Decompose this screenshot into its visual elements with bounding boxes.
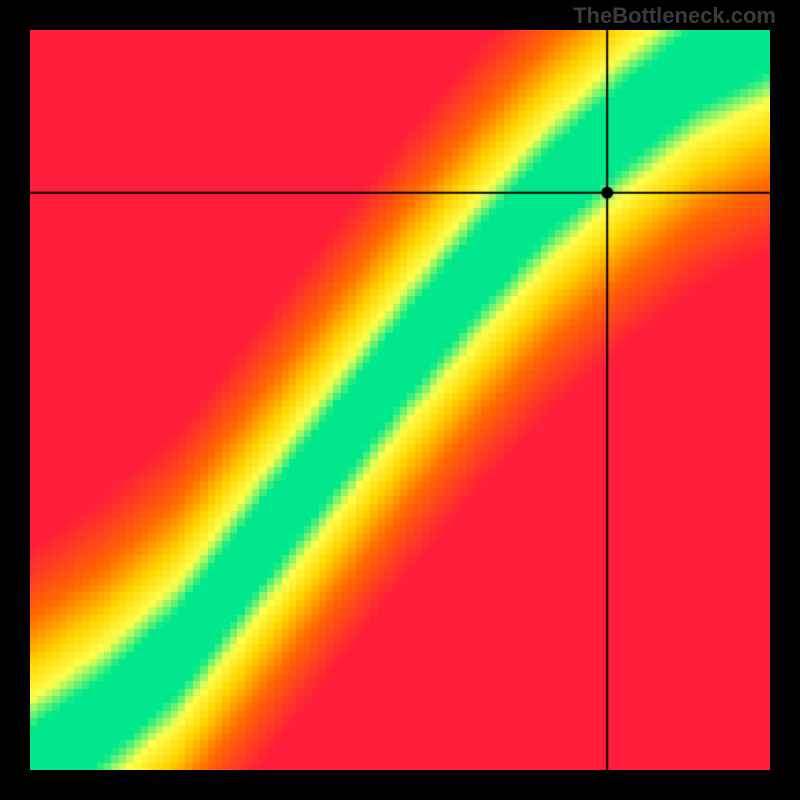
heatmap-canvas	[30, 30, 770, 770]
heatmap-plot	[30, 30, 770, 770]
watermark-label: TheBottleneck.com	[573, 3, 776, 29]
